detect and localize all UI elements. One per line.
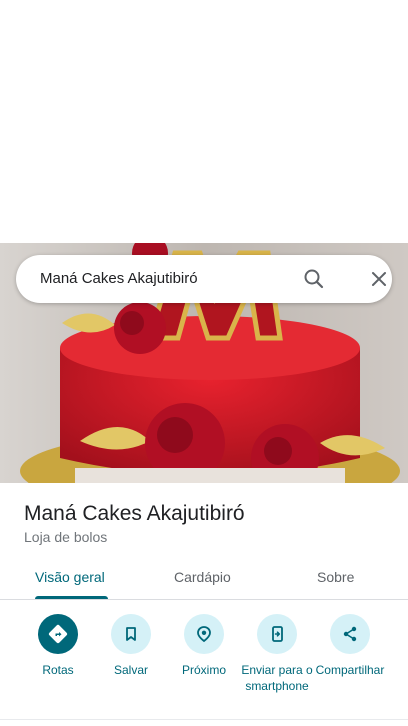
directions-icon <box>38 614 78 654</box>
tab-about[interactable]: Sobre <box>264 560 408 600</box>
tab-overview[interactable]: Visão geral <box>0 560 144 600</box>
tab-label: Cardápio <box>174 569 231 585</box>
share-label: Compartilhar <box>315 663 385 677</box>
tab-menu[interactable]: Cardápio <box>144 560 264 600</box>
bookmark-icon <box>111 614 151 654</box>
close-icon[interactable] <box>366 266 392 292</box>
place-title: Maná Cakes Akajutibiró <box>24 502 245 525</box>
divider <box>0 719 408 720</box>
search-icon[interactable] <box>301 266 327 292</box>
search-input[interactable]: Maná Cakes Akajutibiró <box>40 270 198 287</box>
tab-label: Sobre <box>317 569 355 585</box>
nearby-icon <box>184 614 224 654</box>
tab-label: Visão geral <box>35 569 105 585</box>
place-category[interactable]: Loja de bolos <box>24 529 107 545</box>
send-to-phone-icon <box>257 614 297 654</box>
tab-bar: Visão geral Cardápio Sobre <box>0 560 408 600</box>
search-bar[interactable]: Maná Cakes Akajutibiró <box>16 255 392 303</box>
place-details-page: Maná Cakes Akajutibiró Maná Cakes Akajut… <box>0 0 408 726</box>
share-icon <box>330 614 370 654</box>
tab-active-indicator <box>35 596 108 599</box>
